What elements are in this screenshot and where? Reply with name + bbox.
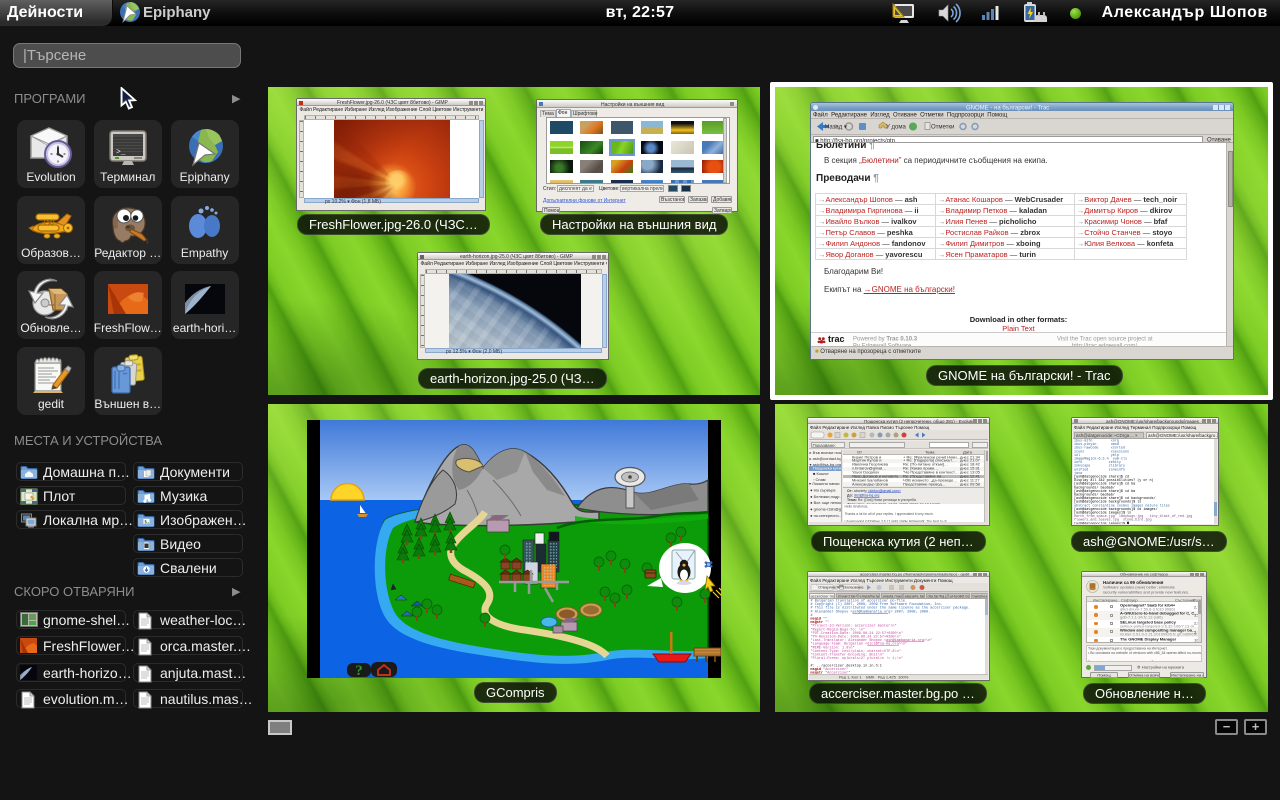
svg-text:>_: >_ <box>116 148 126 157</box>
svg-text:?: ? <box>355 663 363 678</box>
